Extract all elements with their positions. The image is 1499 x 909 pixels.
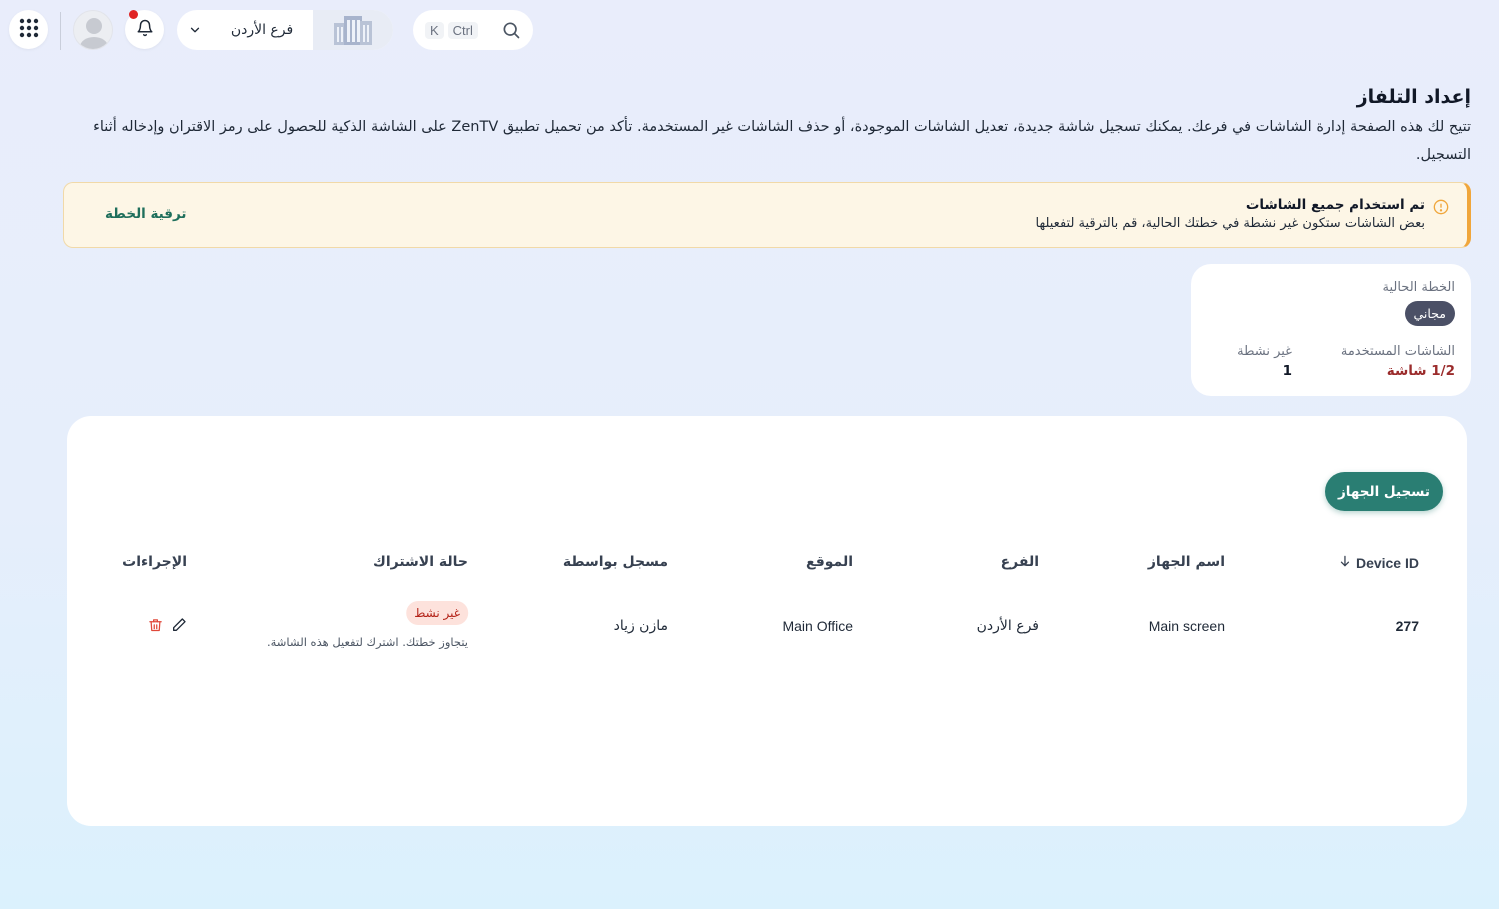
cell-location: Main Office — [782, 618, 853, 634]
devices-table-card: تسجيل الجهاز Device ID اسم الجهاز الفرع … — [67, 416, 1467, 826]
apps-menu-button[interactable] — [9, 10, 48, 49]
inactive-screens-label: غير نشطة — [1237, 344, 1292, 359]
register-device-button[interactable]: تسجيل الجهاز — [1325, 472, 1443, 511]
column-header-device-id-label: Device ID — [1355, 555, 1419, 571]
branch-selector[interactable]: فرع الأردن — [177, 10, 393, 50]
notification-dot — [129, 10, 138, 19]
alert-title: تم استخدام جميع الشاشات — [1245, 197, 1425, 213]
building-icon — [313, 10, 393, 50]
used-screens-label: الشاشات المستخدمة — [1340, 344, 1455, 359]
edit-button[interactable] — [170, 618, 188, 636]
current-plan-label: الخطة الحالية — [1382, 280, 1455, 295]
column-header-branch: الفرع — [1000, 554, 1039, 570]
info-icon — [1433, 199, 1449, 219]
column-header-subscription-status: حالة الاشتراك — [372, 554, 468, 570]
shortcut-key-ctrl: Ctrl — [447, 21, 478, 39]
delete-button[interactable] — [146, 618, 164, 636]
search-input[interactable]: K Ctrl — [413, 10, 533, 50]
topbar-divider — [60, 12, 61, 50]
pencil-icon — [171, 617, 187, 637]
plan-limit-alert: تم استخدام جميع الشاشات بعض الشاشات ستكو… — [63, 182, 1471, 248]
branch-name: فرع الأردن — [230, 22, 294, 38]
page-title: إعداد التلفاز — [1356, 86, 1471, 108]
status-badge: غير نشط — [406, 601, 468, 625]
used-screens-value: 1/2 شاشة — [1386, 363, 1455, 379]
plan-summary-card: الخطة الحالية مجاني الشاشات المستخدمة 1/… — [1191, 264, 1471, 396]
upgrade-plan-link[interactable]: ترقية الخطة — [105, 206, 186, 222]
column-header-location: الموقع — [806, 554, 853, 570]
column-header-actions: الإجراءات — [122, 554, 187, 570]
column-header-device-id[interactable]: Device ID — [1338, 554, 1419, 572]
chevron-down-icon — [179, 10, 211, 50]
column-header-registered-by: مسجل بواسطة — [562, 554, 668, 570]
current-plan-badge: مجاني — [1404, 301, 1455, 326]
shortcut-key-k: K — [425, 21, 444, 39]
column-header-device-name: اسم الجهاز — [1147, 554, 1225, 570]
status-note: يتجاوز خطتك. اشترك لتفعيل هذه الشاشة. — [266, 635, 468, 649]
page-description: تتيح لك هذه الصفحة إدارة الشاشات في فرعك… — [93, 119, 1471, 163]
cell-device-id: 277 — [1395, 618, 1419, 634]
trash-icon — [148, 618, 163, 637]
inactive-screens-value: 1 — [1282, 363, 1292, 379]
avatar[interactable] — [73, 10, 113, 50]
search-icon — [501, 20, 521, 40]
alert-text: بعض الشاشات ستكون غير نشطة في خطتك الحال… — [1035, 216, 1426, 231]
cell-registered-by: مازن زياد — [613, 618, 668, 634]
cell-branch: فرع الأردن — [976, 618, 1039, 634]
sort-arrow-down-icon — [1338, 554, 1352, 572]
bell-icon — [136, 19, 154, 41]
cell-device-name: Main screen — [1148, 618, 1225, 634]
grid-icon — [19, 18, 39, 42]
